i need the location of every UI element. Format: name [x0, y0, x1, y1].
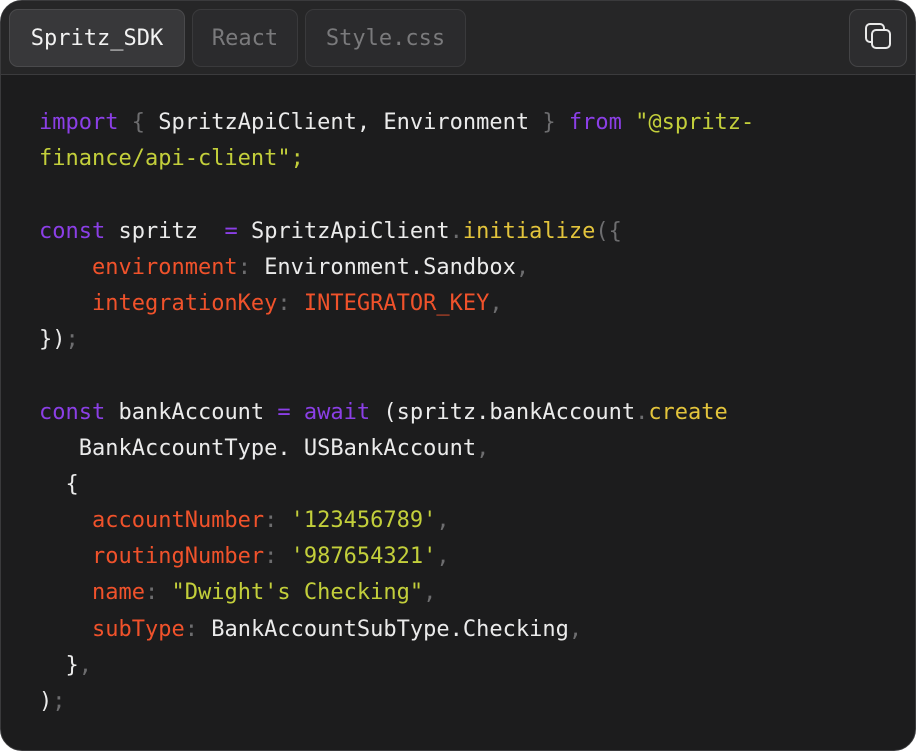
- code-token: ;: [65, 327, 79, 353]
- code-token: await: [303, 399, 371, 425]
- code-line: },: [39, 648, 754, 684]
- code-token: '987654321': [290, 544, 437, 570]
- code-line: BankAccountType. USBankAccount,: [39, 431, 754, 467]
- code-line: const spritz = SpritzApiClient.initializ…: [39, 214, 754, 250]
- code-token: name: [91, 580, 145, 606]
- code-token: accountNumber: [91, 508, 265, 534]
- code-token: const: [39, 218, 106, 244]
- code-line: environment: Environment.Sandbox,: [39, 250, 754, 286]
- code-line: integrationKey: INTEGRATOR_KEY,: [39, 286, 754, 322]
- code-token: ,: [489, 290, 503, 316]
- code-token: ,: [423, 580, 437, 606]
- code-token: ,: [568, 616, 583, 642]
- code-token: ): [39, 689, 53, 714]
- code-token: =: [277, 399, 291, 425]
- code-line: name: "Dwight's Checking",: [39, 575, 754, 611]
- code-token: '123456789': [290, 508, 437, 534]
- code-token: "Dwight's Checking": [171, 580, 424, 606]
- code-token: ({: [595, 218, 622, 244]
- code-line: finance/api-client";: [39, 141, 754, 177]
- code-line: subType: BankAccountSubType.Checking,: [39, 612, 754, 648]
- code-token: initialize: [462, 218, 596, 244]
- code-token: BankAccountSubType.Checking: [211, 616, 569, 642]
- code-token: import: [39, 110, 119, 135]
- code-token: create: [648, 399, 728, 425]
- code-token: ,: [78, 652, 92, 678]
- code-token: }): [39, 327, 66, 353]
- code-snippet-card: Spritz_SDK React Style.css import { Spri…: [0, 0, 916, 751]
- code-token: from: [568, 110, 622, 135]
- code-line: import { SpritzApiClient, Environment } …: [39, 105, 754, 141]
- copy-button[interactable]: [849, 9, 907, 67]
- code-token: ;: [290, 146, 304, 172]
- code-token: :: [277, 290, 304, 316]
- code-token: integrationKey: [91, 290, 278, 316]
- code-token: ;: [52, 689, 66, 714]
- code-token: bankAccount: [105, 399, 278, 425]
- code-token: "@spritz-: [621, 110, 755, 135]
- code-token: SpritzApiClient: [237, 218, 450, 244]
- code-token: :: [184, 616, 212, 642]
- code-token: ,: [476, 435, 490, 461]
- code-token: spritz: [105, 218, 225, 244]
- code-token: .: [449, 218, 463, 244]
- code-block: import { SpritzApiClient, Environment } …: [39, 105, 754, 720]
- code-token: :: [264, 508, 291, 534]
- code-token: :: [144, 580, 172, 606]
- code-token: {: [118, 110, 159, 135]
- tab-bar: Spritz_SDK React Style.css: [1, 1, 915, 75]
- code-token: }: [529, 110, 569, 135]
- code-token: {: [39, 471, 79, 497]
- code-token: .: [635, 399, 649, 425]
- code-token: routingNumber: [91, 544, 265, 570]
- code-line: );: [39, 684, 754, 720]
- code-token: INTEGRATOR_KEY: [303, 290, 490, 316]
- tab-style-css[interactable]: Style.css: [305, 9, 466, 67]
- code-token: Environment.Sandbox: [264, 254, 516, 280]
- code-token: }: [39, 652, 79, 678]
- code-token: ,: [515, 254, 530, 280]
- code-line: {: [39, 467, 754, 503]
- code-token: :: [237, 254, 265, 280]
- tab-react[interactable]: React: [192, 9, 298, 67]
- code-token: :: [264, 544, 291, 570]
- code-token: ,: [436, 508, 450, 534]
- code-token: BankAccountType. USBankAccount: [39, 435, 477, 461]
- tab-spritz-sdk[interactable]: Spritz_SDK: [9, 9, 185, 67]
- code-token: finance/api-client": [39, 146, 291, 172]
- code-token: =: [224, 218, 238, 244]
- code-line: });: [39, 322, 754, 358]
- code-token: ,: [436, 544, 450, 570]
- code-line: const bankAccount = await (spritz.bankAc…: [39, 395, 754, 431]
- code-token: const: [39, 399, 106, 425]
- code-line: accountNumber: '123456789',: [39, 503, 754, 539]
- code-token: SpritzApiClient, Environment: [158, 110, 530, 135]
- code-token: (spritz.bankAccount: [370, 399, 636, 425]
- code-line: routingNumber: '987654321',: [39, 539, 754, 575]
- copy-icon: [863, 21, 893, 56]
- code-token: subType: [91, 616, 185, 642]
- code-token: environment: [91, 254, 238, 280]
